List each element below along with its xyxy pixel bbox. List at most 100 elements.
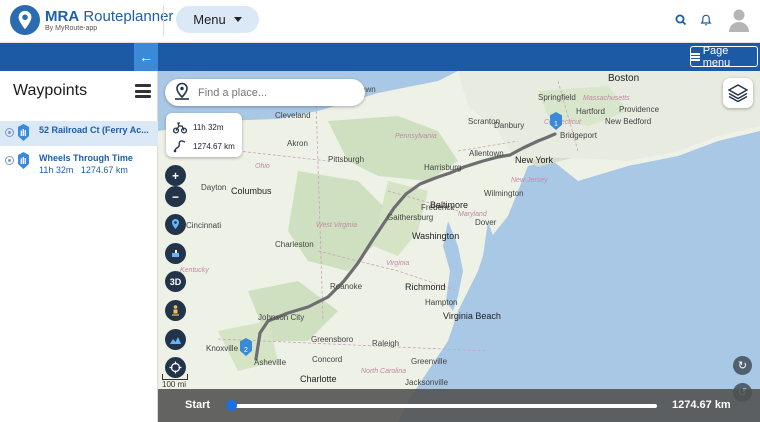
map-label: Baltimore [430, 200, 469, 210]
map-label: West Virginia [316, 222, 357, 229]
map-label: Allentown [469, 149, 504, 158]
map-label: Akron [287, 139, 308, 148]
map-pin-logo-icon [10, 5, 40, 35]
svg-text:2: 2 [244, 347, 248, 354]
map-label: Washington [412, 231, 460, 241]
map-label: Massachusetts [583, 95, 630, 102]
map-label: Pennsylvania [395, 133, 437, 140]
app-logo[interactable]: MRA Routeplanner By MyRoute-app [10, 5, 173, 35]
crosshair-icon [169, 361, 182, 374]
caret-down-icon [233, 17, 242, 22]
map-label: Ohio [255, 163, 270, 170]
map-basemap [158, 71, 760, 422]
map-scale: 100 mi [162, 374, 188, 389]
route-tools-button[interactable] [165, 243, 186, 264]
map-label: New York [515, 155, 554, 165]
zoom-in-button[interactable]: + [165, 165, 186, 186]
route-time-row: 11h 32m [173, 119, 224, 135]
map-label: Concord [312, 355, 343, 364]
route-total-distance: 1274.67 km [672, 399, 731, 411]
zoom-out-button[interactable]: − [165, 186, 186, 207]
toolbar-strip [0, 43, 760, 71]
user-avatar-icon[interactable] [728, 8, 750, 32]
main-menu-button[interactable]: Menu [176, 6, 259, 33]
map-label: Pittsburgh [328, 155, 365, 164]
elevation-button[interactable] [165, 329, 186, 350]
map-label: Charlotte [300, 374, 337, 384]
place-search-input[interactable] [198, 84, 358, 101]
map-label: Charleston [275, 240, 314, 249]
route-slider-handle[interactable] [226, 400, 237, 411]
map-label: Maryland [458, 211, 487, 218]
map-label: Dayton [201, 183, 227, 192]
waypoint-item[interactable]: Wheels Through Time 11h 32m 1274.67 km [0, 149, 158, 179]
collapse-sidebar-button[interactable]: ← [134, 43, 158, 71]
waypoint-item[interactable]: 52 Railroad Ct (Ferry Ac... [0, 121, 158, 146]
start-label: Start [185, 399, 211, 411]
header-divider [163, 6, 164, 36]
map-label: Richmond [405, 282, 446, 292]
map-label: Virginia Beach [443, 311, 501, 321]
route-time: 11h 32m [193, 122, 224, 132]
waypoint-name: Wheels Through Time [39, 153, 133, 163]
map-label: Greensboro [311, 335, 354, 344]
place-search-box [165, 79, 365, 106]
hamburger-icon [691, 52, 700, 61]
map-layers-button[interactable] [723, 78, 753, 108]
map-label: Scranton [468, 117, 501, 126]
location-pin-icon[interactable] [172, 82, 192, 102]
map-canvas[interactable]: Boston Springfield Massachusetts Hartfor… [158, 71, 760, 422]
map-label: North Carolina [361, 368, 407, 375]
elevation-chart-icon [170, 337, 181, 344]
map-label: New Jersey [511, 177, 548, 184]
map-label: Virginia [386, 260, 410, 267]
map-label: Johnson City [258, 313, 305, 322]
route-stats-card: 11h 32m 1274.67 km [166, 113, 242, 157]
map-label: Hartford [576, 107, 605, 116]
map-label: Asheville [254, 358, 287, 367]
map-label: Providence [619, 105, 660, 114]
app-title: MRA Routeplanner [45, 7, 174, 25]
page-menu-button[interactable]: Page menu [690, 45, 758, 69]
waypoints-menu-icon[interactable] [135, 84, 151, 98]
map-label: Roanoke [330, 282, 363, 291]
route-distance-row: 1274.67 km [173, 138, 235, 154]
map-label: Harrisburg [424, 163, 462, 172]
waypoint-name: 52 Railroad Ct (Ferry Ac... [39, 125, 149, 135]
refresh-button[interactable]: ↻ [733, 356, 752, 375]
map-label: New Bedford [605, 117, 652, 126]
map-label: Jacksonville [405, 378, 449, 387]
street-view-button[interactable] [165, 300, 186, 321]
map-label: Springfield [538, 93, 576, 102]
hand-marker-icon [18, 124, 29, 141]
route-progress-bar: Start 1274.67 km [158, 389, 760, 422]
map-label: Boston [608, 73, 640, 84]
map-label: Greenville [411, 357, 448, 366]
end-waypoint-marker[interactable]: 2 [239, 338, 253, 356]
map-label: Dover [475, 218, 497, 227]
waypoint-details: 11h 32m 1274.67 km [39, 165, 128, 175]
poi-button[interactable] [165, 214, 186, 235]
refresh-icon: ↻ [737, 360, 748, 372]
map-label: Wilmington [484, 189, 524, 198]
map-marker-icon [172, 219, 179, 229]
pegman-icon [172, 305, 179, 316]
route-distance-icon [173, 140, 186, 153]
bell-icon[interactable] [699, 13, 713, 27]
map-label: Gaithersburg [387, 213, 434, 222]
top-header: MRA Routeplanner By MyRoute-app Menu [0, 0, 760, 43]
map-label: Knoxville [206, 344, 239, 353]
waypoint-select-icon[interactable] [5, 156, 14, 165]
route-tool-icon [172, 250, 179, 257]
hand-marker-icon [18, 152, 29, 169]
motorcycle-icon [173, 122, 187, 134]
start-waypoint-marker[interactable]: 1 [549, 112, 563, 130]
waypoint-select-icon[interactable] [5, 128, 14, 137]
3d-view-button[interactable]: 3D [165, 271, 186, 292]
route-distance: 1274.67 km [193, 141, 235, 151]
app-subtitle: By MyRoute-app [45, 24, 98, 32]
route-slider-track[interactable] [229, 404, 657, 408]
map-label: Raleigh [372, 339, 400, 348]
search-icon[interactable] [674, 13, 688, 27]
waypoints-sidebar: Waypoints 52 Railroad Ct (Ferry Ac... Wh… [0, 71, 158, 422]
